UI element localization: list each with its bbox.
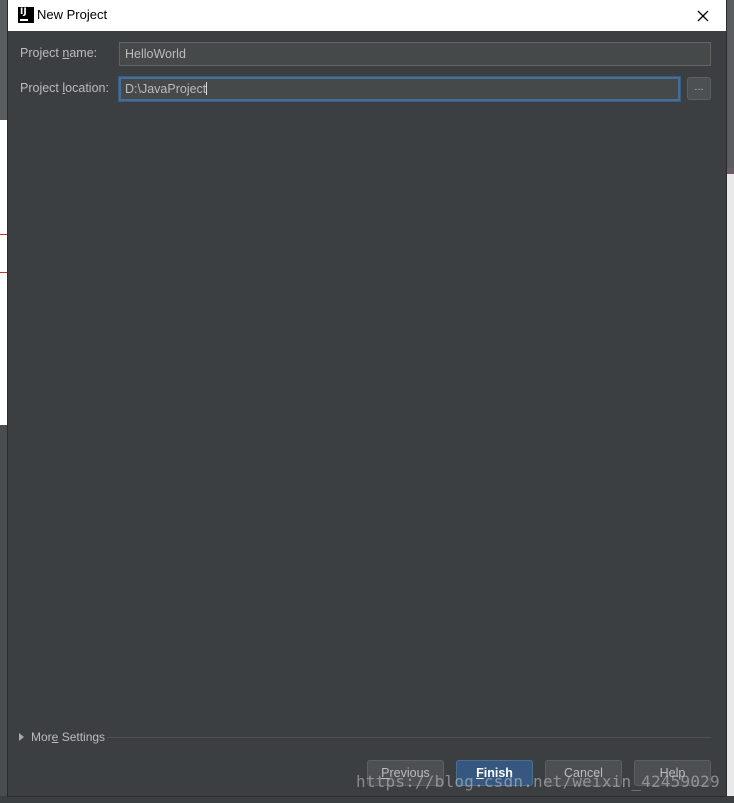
browse-button[interactable]: ...	[687, 77, 711, 100]
finish-button[interactable]: Finish	[456, 760, 533, 786]
project-location-value: D:\JavaProject	[125, 82, 207, 96]
help-button[interactable]: Help	[634, 760, 711, 786]
project-location-label: Project location:	[20, 81, 109, 95]
title-bar: IJ New Project	[8, 0, 726, 31]
background-editor-tab	[725, 168, 734, 174]
project-name-label: Project name:	[20, 46, 98, 60]
close-icon	[697, 10, 709, 21]
more-settings-divider	[107, 737, 711, 738]
close-button[interactable]	[680, 0, 726, 31]
new-project-dialog: IJ New Project Project name: HelloWorld …	[8, 0, 726, 796]
window-title: New Project	[37, 7, 108, 22]
more-settings-label: More Settings	[31, 730, 106, 744]
background-editor-right	[725, 168, 734, 803]
project-location-input[interactable]: D:\JavaProject	[119, 77, 680, 101]
text-caret	[206, 82, 208, 95]
cancel-button[interactable]: Cancel	[545, 760, 622, 786]
app-icon-text: IJ	[20, 7, 27, 17]
background-window-left-lower	[0, 425, 8, 803]
background-divider	[0, 234, 8, 235]
expand-triangle-icon	[19, 733, 24, 741]
background-bottom	[0, 796, 734, 803]
previous-button[interactable]: Previous	[367, 760, 444, 786]
project-name-input[interactable]: HelloWorld	[119, 42, 711, 66]
intellij-app-icon: IJ	[18, 7, 34, 23]
more-settings-toggle[interactable]: More Settings	[19, 729, 105, 745]
background-divider	[0, 272, 8, 273]
project-name-value: HelloWorld	[125, 47, 186, 61]
